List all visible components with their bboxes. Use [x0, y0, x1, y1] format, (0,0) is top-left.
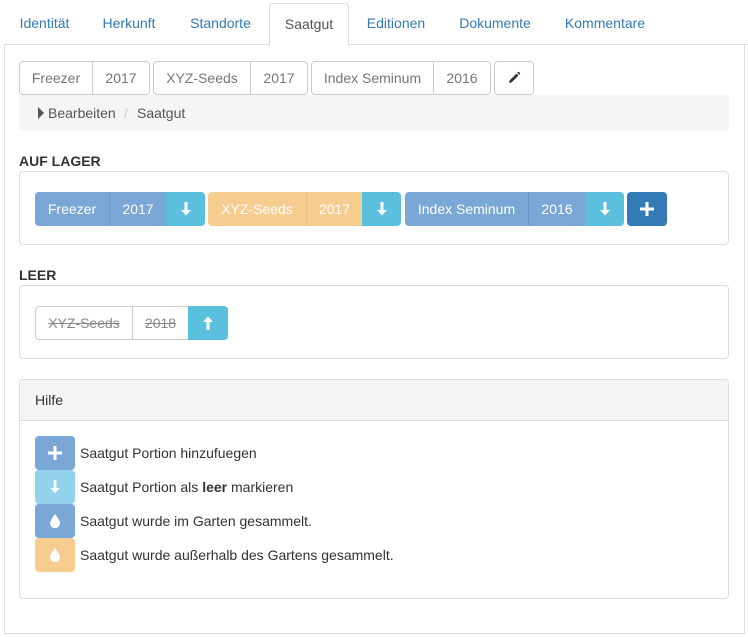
mark-empty-button[interactable] [362, 192, 401, 226]
help-row-empty-icon [35, 470, 75, 504]
arrow-down-icon [180, 202, 192, 216]
tab-herkunft[interactable]: Herkunft [86, 3, 172, 45]
breadcrumb-separator: / [124, 105, 128, 121]
breadcrumb-toggle[interactable]: Bearbeiten [48, 95, 116, 131]
stock-item-year[interactable]: 2017 [306, 192, 362, 226]
empty-item-name[interactable]: XYZ-Seeds [35, 306, 133, 340]
tab-dokumente[interactable]: Dokumente [444, 3, 546, 45]
mark-empty-button[interactable] [166, 192, 205, 226]
drop-icon [50, 548, 60, 562]
help-title: Hilfe [20, 380, 728, 421]
tab-editionen[interactable]: Editionen [351, 3, 441, 45]
stock-item-name[interactable]: Freezer [35, 192, 109, 226]
tab-standorte[interactable]: Standorte [174, 3, 267, 45]
stock-item-name[interactable]: Index Seminum [405, 192, 528, 226]
summary-year[interactable]: 2017 [250, 61, 308, 95]
help-row-text: Saatgut wurde im Garten gesammelt. [80, 513, 312, 529]
help-row-garden-icon [35, 504, 75, 538]
summary-name[interactable]: XYZ-Seeds [153, 61, 251, 95]
arrow-down-icon [376, 202, 388, 216]
arrow-down-icon [49, 480, 61, 494]
help-row-external-icon [35, 538, 75, 572]
in-stock-title: AUF LAGER [19, 153, 101, 169]
summary-year[interactable]: 2016 [433, 61, 491, 95]
tab-kommentare[interactable]: Kommentare [549, 3, 661, 45]
add-portion-button[interactable] [627, 192, 667, 226]
tab-saatgut[interactable]: Saatgut [269, 3, 349, 46]
empty-item-year[interactable]: 2018 [132, 306, 189, 340]
tab-identitaet[interactable]: Identität [4, 3, 85, 45]
caret-right-icon [37, 107, 45, 119]
arrow-up-icon [202, 316, 214, 330]
summary-name[interactable]: Freezer [19, 61, 93, 95]
plus-icon [640, 202, 654, 216]
help-row-text: Saatgut Portion hinzufuegen [80, 445, 257, 461]
empty-title: LEER [19, 267, 57, 283]
help-panel: Hilfe Saatgut Portion hinzufuegen Saatgu… [19, 379, 729, 599]
arrow-down-icon [599, 202, 611, 216]
stock-item-year[interactable]: 2017 [109, 192, 166, 226]
breadcrumb: Bearbeiten / Saatgut [19, 95, 729, 131]
summary-name[interactable]: Index Seminum [311, 61, 434, 95]
help-row-add-icon [35, 436, 75, 470]
tab-bar: Identität Herkunft Standorte Saatgut Edi… [4, 0, 748, 46]
mark-stocked-button[interactable] [188, 306, 228, 340]
summary-year[interactable]: 2017 [92, 61, 150, 95]
stock-item-year[interactable]: 2016 [528, 192, 585, 226]
edit-button[interactable] [494, 61, 534, 95]
help-row-text: Saatgut Portion als leer markieren [80, 479, 294, 495]
breadcrumb-current: Saatgut [137, 105, 186, 121]
stock-item-name[interactable]: XYZ-Seeds [208, 192, 306, 226]
plus-icon [48, 446, 62, 460]
pencil-icon [507, 71, 521, 85]
drop-icon [50, 514, 60, 528]
help-row-text: Saatgut wurde außerhalb des Gartens gesa… [80, 547, 394, 563]
mark-empty-button[interactable] [585, 192, 624, 226]
